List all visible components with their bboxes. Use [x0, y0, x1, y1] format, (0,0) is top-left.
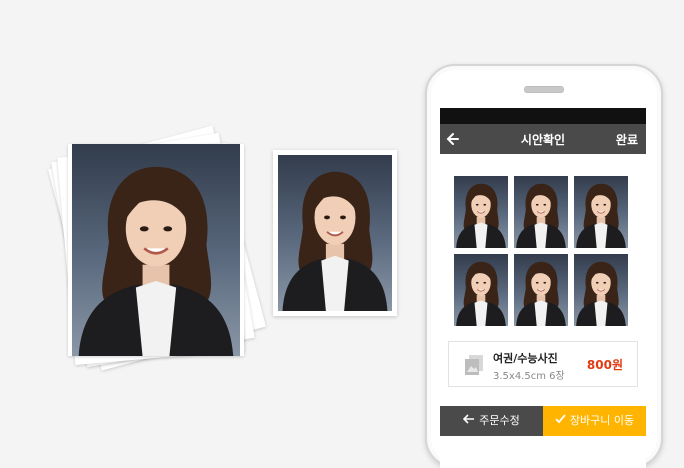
photo-thumbnail[interactable] [574, 176, 628, 248]
portrait-photo [72, 144, 240, 356]
portrait-photo [278, 155, 392, 311]
photo-thumbnail[interactable] [574, 254, 628, 326]
photo-thumbnail[interactable] [514, 176, 568, 248]
go-to-cart-button[interactable]: 장바구니 이동 [543, 406, 646, 436]
product-spec: 3.5x4.5cm 6장 [493, 371, 565, 382]
phone-mockup: 시안확인 완료 여권/수능사진 3.5x4.5cm 6장 800원 주문수정 장… [425, 64, 663, 468]
photo-print-front [68, 144, 244, 356]
photo-icon [465, 355, 483, 375]
product-price: 800원 [586, 358, 623, 372]
phone-screen: 시안확인 완료 여권/수능사진 3.5x4.5cm 6장 800원 주문수정 장… [440, 108, 646, 468]
phone-speaker [524, 86, 564, 93]
edit-order-button[interactable]: 주문수정 [440, 406, 543, 436]
photo-thumbnail[interactable] [514, 254, 568, 326]
product-name: 여권/수능사진 [493, 352, 558, 365]
product-summary-card: 여권/수능사진 3.5x4.5cm 6장 800원 [448, 341, 638, 387]
app-header: 시안확인 완료 [440, 124, 646, 154]
go-to-cart-label: 장바구니 이동 [569, 414, 635, 427]
done-button[interactable]: 완료 [616, 131, 638, 148]
photo-thumbnail[interactable] [454, 254, 508, 326]
left-arrow-icon [463, 406, 475, 436]
status-bar [440, 108, 646, 124]
edit-order-label: 주문수정 [479, 414, 520, 427]
check-icon [555, 406, 566, 436]
photo-thumbnail[interactable] [454, 176, 508, 248]
single-photo-print [273, 150, 397, 316]
